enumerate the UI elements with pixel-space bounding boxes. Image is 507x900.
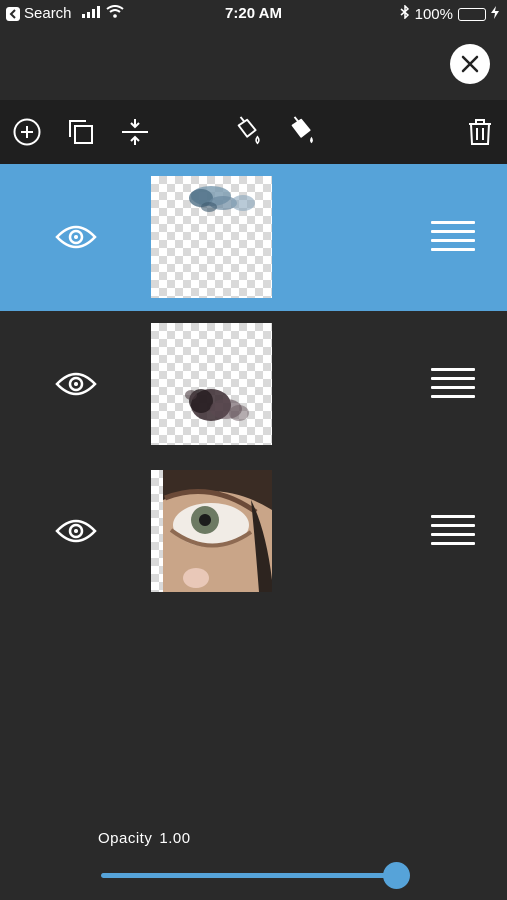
reorder-handle[interactable] [431, 221, 475, 255]
layer-thumbnail[interactable] [151, 176, 272, 298]
visibility-toggle[interactable] [55, 366, 97, 402]
merge-layer-icon [122, 119, 148, 145]
layer-row[interactable] [0, 311, 507, 458]
layer-thumbnail[interactable] [151, 323, 272, 445]
fill-outline-button[interactable] [233, 116, 265, 148]
opacity-label: Opacity 1.00 [98, 830, 191, 847]
fill-solid-button[interactable] [287, 116, 319, 148]
opacity-slider-thumb[interactable] [383, 862, 410, 889]
layer-row[interactable] [0, 458, 507, 605]
paint-bucket-outline-icon [237, 116, 260, 145]
eye-icon [55, 372, 97, 396]
duplicate-layer-icon [69, 120, 93, 144]
duplicate-layer-button[interactable] [65, 116, 97, 148]
paint-bucket-filled-icon [291, 116, 313, 144]
dark-smoke-thumbnail [185, 389, 249, 421]
layer-toolbar [0, 100, 507, 164]
layer-row[interactable] [0, 164, 507, 311]
opacity-label-text: Opacity [98, 830, 153, 847]
status-bar: Search 7:20 AM 100% [0, 0, 507, 28]
delete-layer-button[interactable] [464, 116, 496, 148]
layer-thumbnail[interactable] [151, 470, 272, 592]
status-right: 100% [400, 4, 499, 23]
close-button[interactable] [450, 44, 490, 84]
blue-smoke-thumbnail [189, 186, 255, 212]
reorder-handle[interactable] [431, 515, 475, 549]
eye-photo-thumbnail [163, 470, 272, 592]
add-layer-button[interactable] [11, 116, 43, 148]
charging-icon [491, 5, 499, 23]
visibility-toggle[interactable] [55, 513, 97, 549]
eye-icon [55, 519, 97, 543]
trash-icon [469, 119, 491, 145]
battery-icon [458, 7, 486, 21]
add-layer-icon [13, 118, 41, 146]
opacity-slider-track[interactable] [101, 873, 398, 878]
merge-layer-button[interactable] [119, 116, 151, 148]
battery-percent: 100% [414, 5, 453, 23]
bluetooth-icon [400, 4, 410, 23]
reorder-handle[interactable] [431, 368, 475, 402]
header [0, 28, 507, 100]
close-icon [461, 55, 479, 73]
opacity-value: 1.00 [159, 830, 191, 847]
layers-list [0, 164, 507, 605]
visibility-toggle[interactable] [55, 219, 97, 255]
eye-icon [55, 225, 97, 249]
